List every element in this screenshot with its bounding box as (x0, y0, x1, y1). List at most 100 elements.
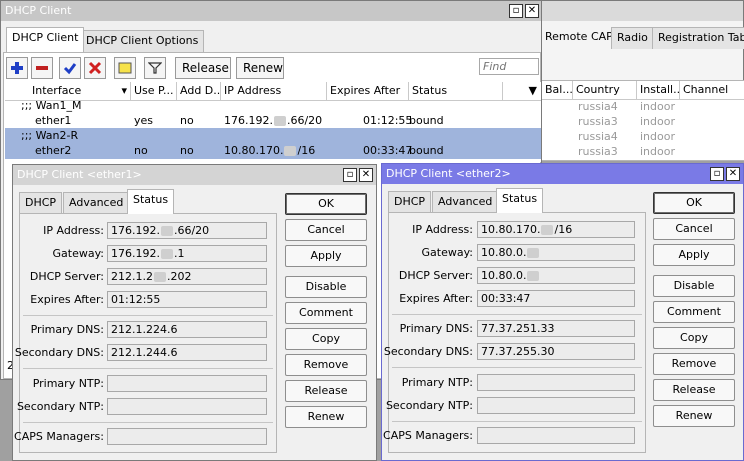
ether1-titlebar: DHCP Client <ether1> (13, 165, 376, 185)
dhcp-client-table: Interface ▾ Use P... Add D... IP Address … (5, 82, 541, 162)
tab-status[interactable]: Status (496, 188, 544, 213)
dhcp-server-field: 10.80.0. (477, 267, 635, 284)
column-header-channel[interactable]: Channel (680, 81, 744, 99)
filter-button[interactable] (144, 57, 166, 79)
disable-button[interactable]: Disable (285, 276, 367, 298)
install-cell: indoor (640, 130, 675, 143)
disable-button[interactable] (84, 57, 106, 79)
copy-button[interactable]: Copy (653, 327, 735, 349)
column-header-balance[interactable]: Bal... (542, 81, 573, 99)
restore-window-icon[interactable]: ▫ (343, 168, 357, 182)
caps-managers-label: CAPS Managers: (383, 429, 473, 442)
tab-dhcp-client[interactable]: DHCP Client (6, 27, 85, 52)
renew-button[interactable]: Renew (653, 405, 735, 427)
expires-after-label: Expires After: (399, 292, 473, 305)
dhcp-server-label: DHCP Server: (29, 270, 104, 283)
comment-button[interactable]: Comment (653, 301, 735, 323)
expires-after-field: 00:33:47 (477, 290, 635, 307)
install-cell: indoor (640, 100, 675, 113)
ok-button[interactable]: OK (653, 192, 735, 214)
close-window-icon[interactable]: ✕ (359, 168, 373, 182)
background-table: Bal... Country Install... Channel russia… (541, 80, 744, 161)
expires-after-label: Expires After: (30, 293, 104, 306)
add-default-cell: no (180, 144, 194, 157)
add-default-cell: no (180, 114, 194, 127)
release-button[interactable]: Release (653, 379, 735, 401)
secondary-ntp-field (477, 397, 635, 414)
comment-note-icon (118, 62, 132, 74)
apply-button[interactable]: Apply (653, 244, 735, 266)
ip-address-cell: 176.192. .66/20 (224, 114, 323, 127)
caps-managers-label: CAPS Managers: (14, 430, 104, 443)
renew-button[interactable]: Renew (285, 406, 367, 428)
expires-cell: 00:33:47 (363, 144, 413, 157)
copy-button[interactable]: Copy (285, 328, 367, 350)
primary-ntp-label: Primary NTP: (401, 376, 473, 389)
country-cell: russia4 (578, 130, 618, 143)
country-cell: russia3 (578, 115, 618, 128)
ip-address-cell: 10.80.170./16 (224, 144, 316, 157)
remove-button[interactable] (31, 57, 53, 79)
cancel-button[interactable]: Cancel (653, 218, 735, 240)
close-window-icon[interactable]: ✕ (525, 4, 539, 18)
interface-cell: ether1 (35, 114, 72, 127)
remove-button[interactable]: Remove (653, 353, 735, 375)
install-cell: indoor (640, 115, 675, 128)
dhcp-client-ether1-window: DHCP Client <ether1> ▫ ✕ DHCP Advanced S… (12, 164, 377, 461)
comment-button[interactable] (114, 57, 136, 79)
dhcp-server-field: 212.1.2.202 (107, 268, 267, 285)
tab-dhcp[interactable]: DHCP (19, 192, 63, 214)
disable-button[interactable]: Disable (653, 275, 735, 297)
table-row-comment-selected[interactable]: ;;; Wan2-R (5, 128, 541, 144)
remove-button[interactable]: Remove (285, 354, 367, 376)
ip-address-label: IP Address: (43, 224, 104, 237)
column-header-country[interactable]: Country (573, 81, 637, 99)
close-window-icon[interactable]: ✕ (726, 167, 740, 181)
primary-dns-field: 212.1.224.6 (107, 321, 267, 338)
window-title: DHCP Client <ether2> (386, 167, 511, 180)
gateway-field: 176.192. .1 (107, 245, 267, 262)
tab-radio[interactable]: Radio (611, 27, 654, 49)
country-cell: russia3 (578, 145, 618, 158)
restore-window-icon[interactable]: ▫ (710, 167, 724, 181)
tab-registration-table[interactable]: Registration Table (652, 27, 744, 49)
release-toolbar-button[interactable]: Release (175, 57, 231, 79)
filter-icon (147, 62, 163, 74)
status-cell: bound (409, 144, 444, 157)
apply-button[interactable]: Apply (285, 245, 367, 267)
caps-managers-field (107, 428, 267, 445)
tab-status[interactable]: Status (127, 189, 175, 214)
ok-button[interactable]: OK (285, 193, 367, 215)
secondary-dns-field: 77.37.255.30 (477, 343, 635, 360)
status-cell: bound (409, 114, 444, 127)
tab-dhcp-client-options[interactable]: DHCP Client Options (80, 30, 205, 52)
use-peer-cell: yes (134, 114, 154, 127)
table-row-selected[interactable]: ether2 no no 10.80.170./16 00:33:47 boun… (5, 143, 541, 159)
add-button[interactable] (6, 57, 28, 79)
tab-advanced[interactable]: Advanced (63, 192, 130, 214)
use-peer-cell: no (134, 144, 148, 157)
sort-arrow-icon: ▾ (121, 84, 127, 97)
restore-window-icon[interactable]: ▫ (509, 4, 523, 18)
table-row-comment[interactable]: ;;; Wan1_M (5, 98, 541, 114)
enable-button[interactable] (59, 57, 81, 79)
release-button[interactable]: Release (285, 380, 367, 402)
cancel-button[interactable]: Cancel (285, 219, 367, 241)
tab-dhcp[interactable]: DHCP (388, 191, 432, 213)
find-input[interactable] (479, 58, 539, 75)
comment-button[interactable]: Comment (285, 302, 367, 324)
dhcp-client-ether2-window: DHCP Client <ether2> ▫ ✕ DHCP Advanced S… (381, 163, 744, 461)
tab-remote-cap[interactable]: Remote CAP (540, 27, 618, 49)
country-cell: russia4 (578, 100, 618, 113)
table-row[interactable]: ether1 yes no 176.192. .66/20 01:12:55 bo… (5, 113, 541, 129)
secondary-dns-label: Secondary DNS: (383, 345, 473, 358)
plus-icon (11, 62, 23, 74)
tab-advanced[interactable]: Advanced (432, 191, 499, 213)
ip-address-label: IP Address: (412, 223, 473, 236)
primary-dns-field: 77.37.251.33 (477, 320, 635, 337)
primary-ntp-field (477, 374, 635, 391)
column-header-installation[interactable]: Install... (637, 81, 680, 99)
check-icon (63, 63, 77, 75)
renew-toolbar-button[interactable]: Renew (236, 57, 284, 79)
minus-icon (36, 66, 48, 70)
